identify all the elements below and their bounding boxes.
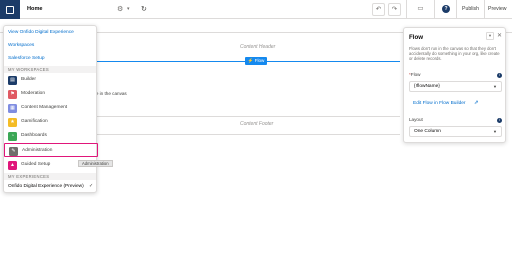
- info-icon[interactable]: i: [497, 118, 502, 123]
- chevron-down-icon: ▼: [493, 129, 497, 134]
- workspaces-section-header: MY WORKSPACES: [4, 66, 96, 73]
- experience-item[interactable]: Onfido Digital Experience (Preview): [8, 184, 84, 189]
- app-menu-dropdown: View Onfido Digital Experience Workspace…: [3, 25, 98, 193]
- panel-description: Flows don't run in the canvas so that th…: [409, 46, 500, 62]
- undo-icon[interactable]: ↶: [372, 3, 385, 16]
- chevron-down-icon[interactable]: ▾: [486, 32, 494, 40]
- grid-icon: [6, 5, 14, 14]
- external-link-icon[interactable]: ⇗: [474, 100, 479, 106]
- menu-item-administration[interactable]: ✎ Administration: [4, 143, 98, 157]
- preview-button[interactable]: Preview: [488, 3, 506, 16]
- checkmark-icon: ✓: [89, 183, 94, 189]
- publish-button[interactable]: Publish: [462, 3, 479, 16]
- layout-select[interactable]: One Column ▼: [409, 126, 502, 137]
- flow-field-label: *Flow: [409, 72, 421, 77]
- menu-item-content-management[interactable]: ▦ Content Management: [4, 101, 96, 115]
- canvas-hint-text: ...e in the canvas: [92, 91, 127, 96]
- content-header-label: Content Header: [240, 44, 276, 50]
- menu-item-label: Administration: [22, 148, 53, 153]
- toolbar-divider: [456, 0, 457, 19]
- menu-item-moderation[interactable]: ⚑ Moderation: [4, 87, 96, 101]
- question-icon[interactable]: ?: [442, 5, 450, 13]
- layout-select-value: One Column: [414, 129, 441, 134]
- menu-item-label: Moderation: [21, 91, 45, 96]
- flow-select-value: {!flowName}: [414, 84, 440, 89]
- toolbar-divider: [484, 0, 485, 19]
- chevron-down-icon: ▼: [493, 84, 497, 89]
- toolbar-divider: [406, 0, 407, 19]
- builder-icon: ▤: [8, 75, 17, 85]
- region-divider: [96, 116, 400, 117]
- menu-item-gamification[interactable]: ★ Gamification: [4, 115, 96, 129]
- menu-item-label: Guided Setup: [21, 162, 51, 167]
- panel-title: Flow: [409, 34, 424, 41]
- app-menu-button[interactable]: [0, 0, 20, 19]
- view-experience-link[interactable]: View Onfido Digital Experience: [8, 30, 74, 35]
- region-divider: [96, 134, 400, 135]
- edit-flow-link[interactable]: Edit Flow in Flow Builder: [413, 101, 466, 106]
- menu-item-dashboards[interactable]: ◔ Dashboards: [4, 129, 96, 143]
- workspaces-link[interactable]: Workspaces: [8, 43, 34, 48]
- guided-setup-icon: ▲: [8, 160, 17, 170]
- redo-icon[interactable]: ↷: [388, 3, 401, 16]
- menu-item-label: Content Management: [21, 105, 68, 110]
- menu-item-label: Dashboards: [21, 133, 47, 138]
- administration-tooltip: Administration: [78, 160, 113, 167]
- experiences-section-header: MY EXPERIENCES: [4, 173, 96, 180]
- flow-property-panel: Flow ▾ ✕ Flows don't run in the canvas s…: [403, 27, 506, 143]
- flow-tag-label: Flow: [254, 58, 265, 63]
- flow-select[interactable]: {!flowName} ▼: [409, 81, 502, 92]
- menu-item-builder[interactable]: ▤ Builder: [4, 73, 96, 87]
- gear-icon[interactable]: ⚙: [117, 3, 123, 16]
- layout-field-label: Layout: [409, 117, 423, 122]
- refresh-icon[interactable]: ↻: [141, 3, 147, 16]
- flow-label-text: Flow: [410, 72, 421, 77]
- info-icon[interactable]: i: [497, 73, 502, 78]
- content-icon: ▦: [8, 103, 17, 113]
- chevron-down-icon[interactable]: ▾: [127, 3, 130, 16]
- close-icon[interactable]: ✕: [497, 32, 502, 40]
- desktop-icon[interactable]: ▭: [414, 3, 427, 16]
- builder-toolbar: Home ⚙ ▾ ↻ ↶ ↷ ▭ ? Publish Preview: [0, 0, 512, 19]
- moderation-icon: ⚑: [8, 89, 17, 99]
- toolbar-divider: [434, 0, 435, 19]
- dashboards-icon: ◔: [8, 131, 17, 141]
- content-footer-label: Content Footer: [240, 121, 274, 127]
- salesforce-setup-link[interactable]: Salesforce Setup: [8, 56, 45, 61]
- gamification-icon: ★: [8, 117, 17, 127]
- flow-component-tag[interactable]: ⚡ Flow: [245, 57, 267, 65]
- administration-icon: ✎: [9, 146, 18, 156]
- menu-item-label: Gamification: [21, 119, 48, 124]
- menu-item-label: Builder: [21, 77, 36, 82]
